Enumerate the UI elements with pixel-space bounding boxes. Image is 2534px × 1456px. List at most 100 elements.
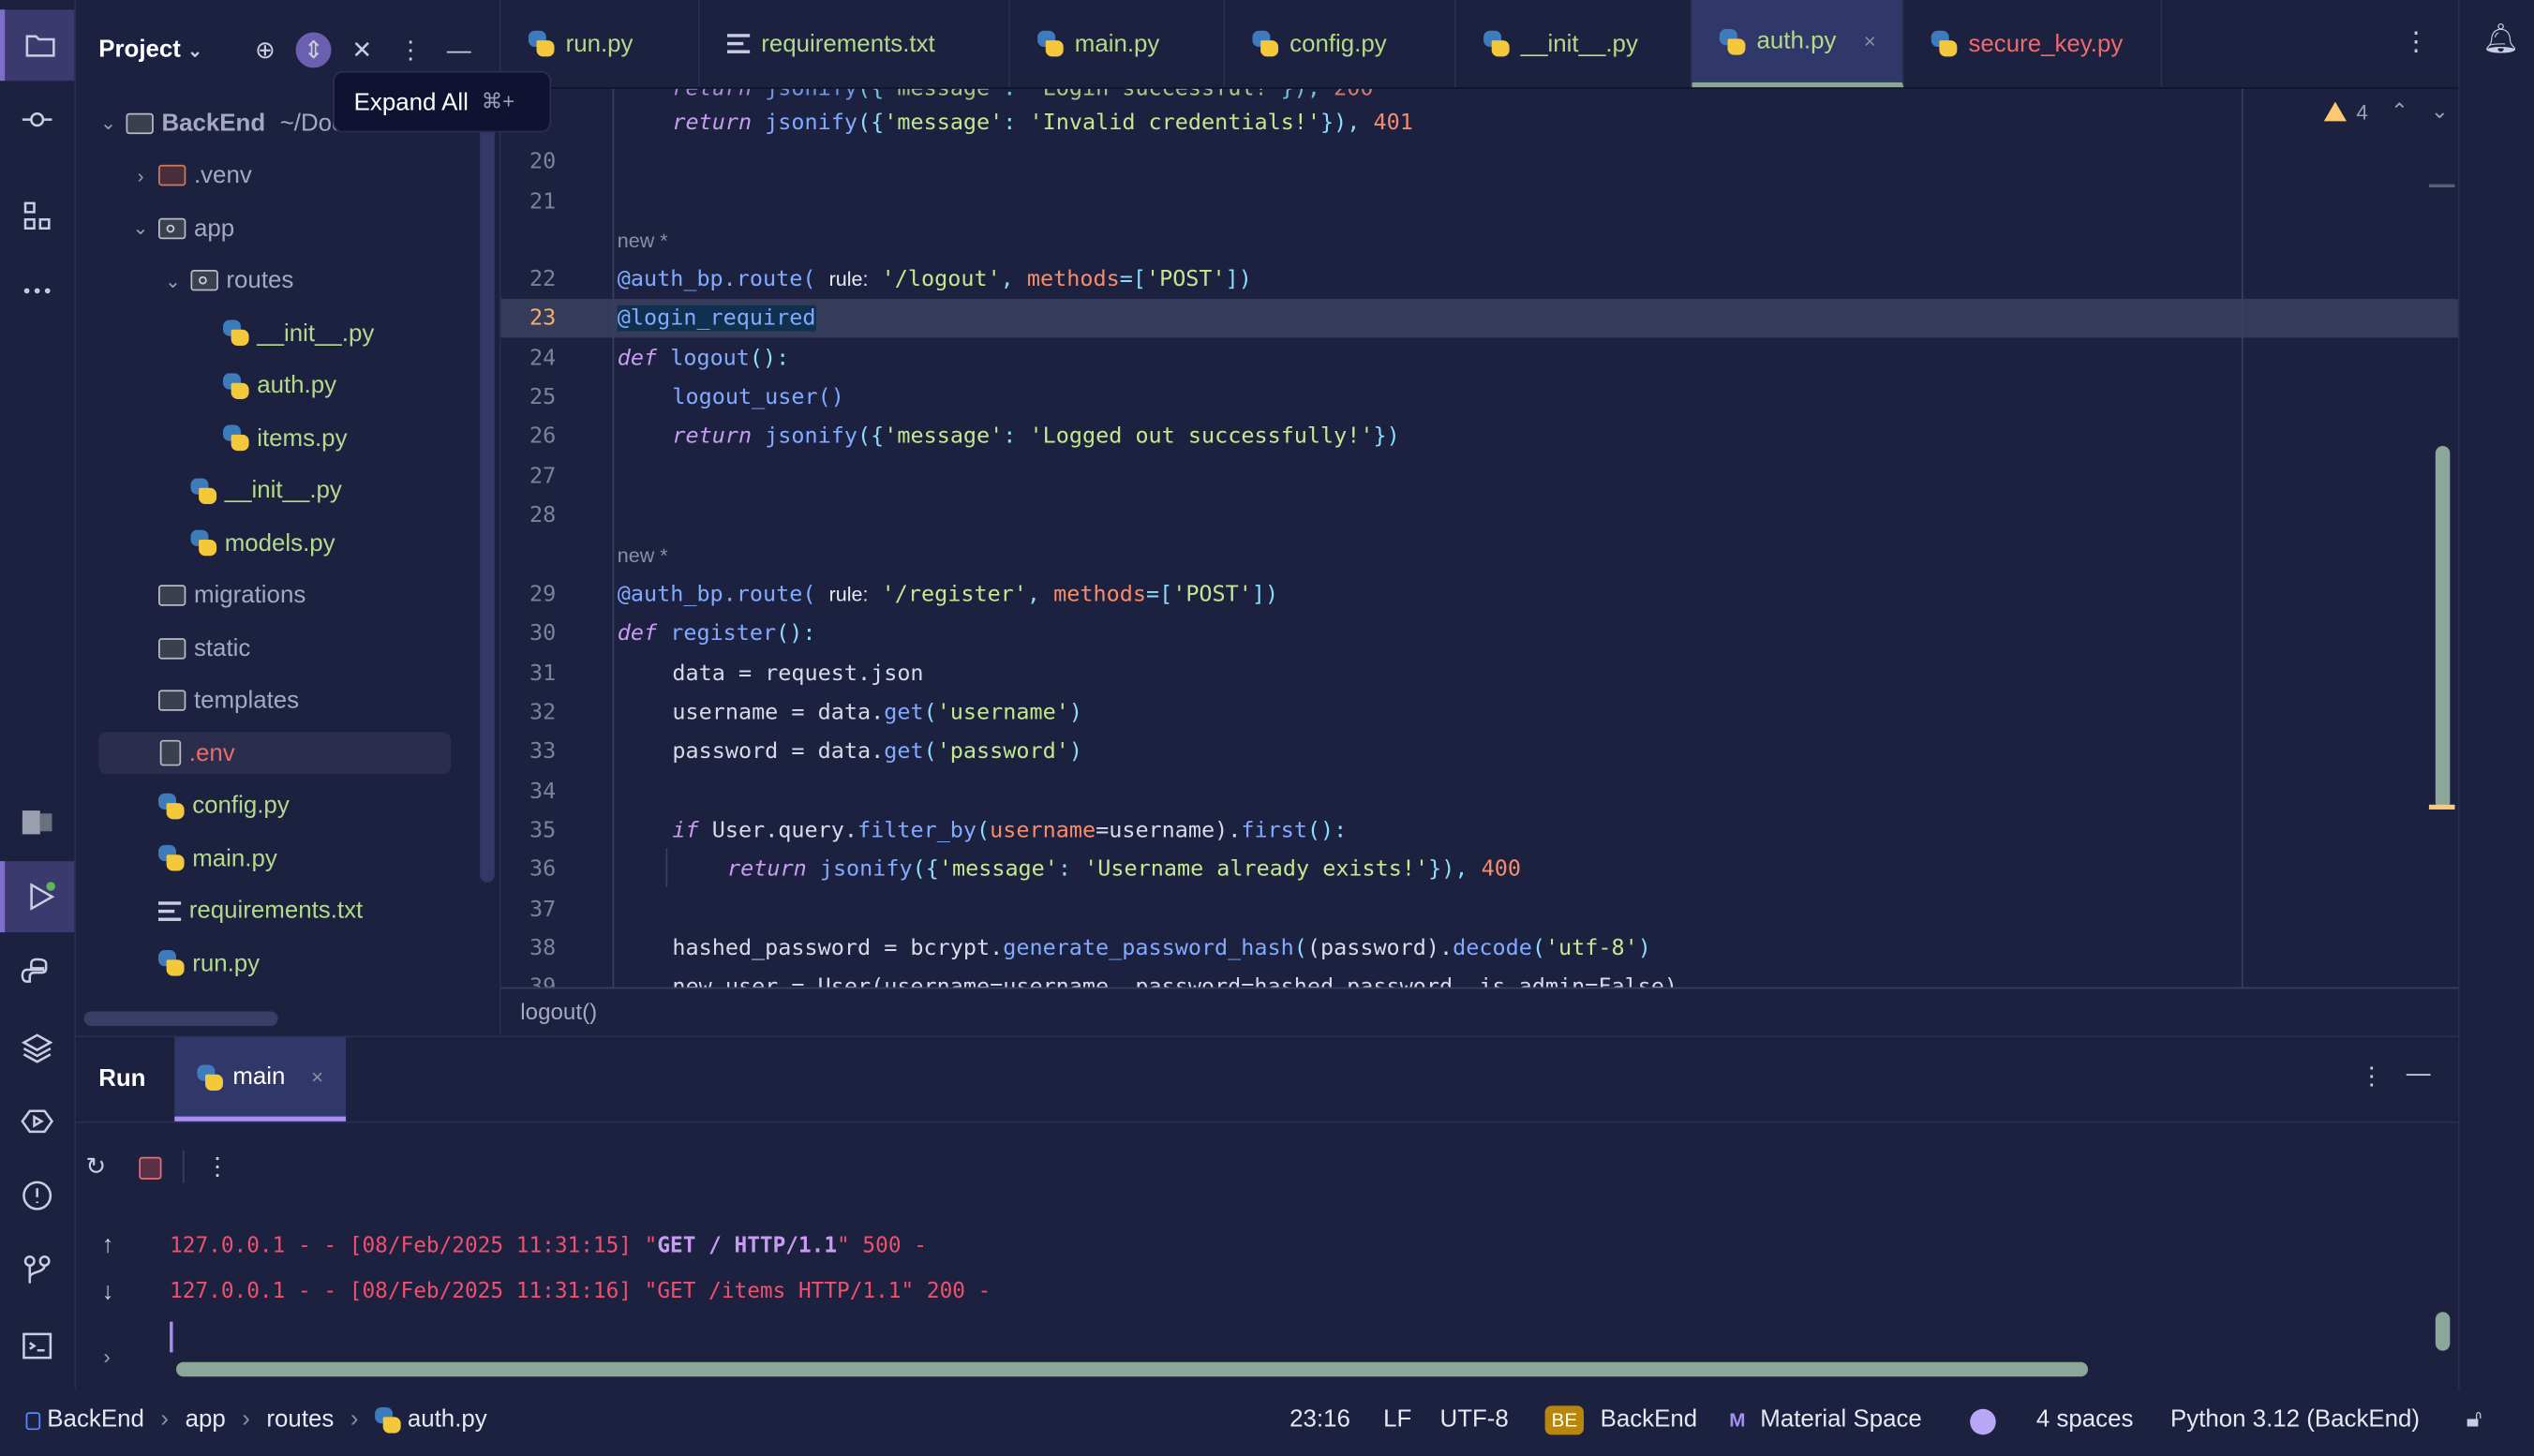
notifications-bell-icon[interactable]: 🔔︎ [2482,22,2519,56]
excel-tool-button[interactable] [0,787,74,858]
run-tool-button[interactable] [0,861,75,933]
python-run-icon [197,1063,223,1091]
chevron-right-icon[interactable]: › [131,164,151,186]
close-icon[interactable]: × [1864,29,1876,53]
editor-vertical-scrollbar[interactable] [2435,445,2451,810]
previous-highlight-icon[interactable]: ⌃ [2391,98,2408,125]
tree-item[interactable]: .env [98,732,452,775]
locate-icon[interactable]: ⊕ [247,32,283,67]
ide-window: Project ⌄ ⊕ ⇕ ✕ ⋮ — ⌄ BackEnd ~/Doc › .venv ⌄… [0,0,2534,1456]
editor-tab[interactable]: requirements.txt [700,0,1010,88]
stop-icon[interactable] [139,1156,162,1180]
project-widget[interactable]: BE BackEnd [1544,1405,1697,1435]
run-minimize-icon[interactable]: — [2407,1060,2431,1087]
structure-tool-button[interactable] [0,181,74,252]
editor-tab[interactable]: __init__.py [1456,0,1692,88]
python-file-icon [158,792,185,819]
tree-item[interactable]: ⌄ app [131,207,234,249]
line-ending[interactable]: LF [1383,1405,1411,1433]
collapse-all-icon[interactable]: ✕ [344,32,380,67]
status-bar: BackEnd › app › routes › auth.py 23:16 L… [0,1389,2534,1456]
accent-color-indicator[interactable] [1970,1408,1996,1435]
python-file-icon [1037,30,1064,57]
more-tools-button[interactable] [0,255,74,326]
editor-tab[interactable]: main.py [1010,0,1226,88]
services-tool-button[interactable] [0,1086,74,1157]
expand-icon[interactable]: › [103,1345,110,1369]
run-panel-title: Run [98,1064,146,1092]
python-console-button[interactable] [0,937,74,1008]
editor-tabs: run.py requirements.txt main.py config.py __… [500,0,2458,89]
tabs-more-icon[interactable]: ⋮ [2403,26,2429,58]
close-icon[interactable]: × [311,1064,323,1089]
tree-item-label: app [193,214,235,242]
folder-icon [126,111,154,134]
editor-breadcrumb[interactable]: logout() [500,987,2458,1034]
python-interpreter[interactable]: Python 3.12 (BackEnd) [2170,1405,2420,1433]
indent-guide [665,848,668,887]
code-editor[interactable]: return jsonify({'message': 'Login succes… [500,88,2458,988]
run-more-icon[interactable]: ⋮ [2360,1062,2384,1091]
tree-item[interactable]: requirements.txt [131,889,364,931]
editor-tab[interactable]: config.py [1225,0,1456,88]
scroll-up-icon[interactable]: ↑ [102,1231,114,1258]
console-cursor[interactable] [170,1321,173,1353]
tree-item[interactable]: templates [131,679,299,721]
expand-all-icon[interactable]: ⇕ [295,32,332,68]
tree-item[interactable]: › .venv [131,155,252,197]
indent-setting[interactable]: 4 spaces [2036,1405,2134,1433]
unlock-icon[interactable]: 🔓︎ [2467,1405,2482,1433]
tree-item[interactable]: main.py [131,837,277,879]
more-horizontal-icon [23,288,51,294]
tree-item[interactable]: migrations [131,574,306,617]
run-tab-main[interactable]: main × [174,1037,347,1122]
chevron-down-icon[interactable]: ⌄ [131,216,151,239]
rerun-icon[interactable]: ↻ [85,1152,106,1181]
run-toolbar-more-icon[interactable]: ⋮ [205,1152,230,1181]
scroll-down-icon[interactable]: ↓ [102,1278,114,1305]
function-breadcrumb[interactable]: logout() [520,999,597,1025]
tree-item[interactable]: static [131,627,250,669]
tree-item[interactable]: config.py [131,784,290,826]
console-vertical-scrollbar[interactable] [2435,1312,2451,1351]
tree-item-label: .venv [193,161,252,189]
tree-item[interactable]: items.py [196,417,348,459]
caret-position[interactable]: 23:16 [1289,1405,1350,1433]
tree-item-label: requirements.txt [188,897,364,925]
more-icon[interactable]: ⋮ [393,32,428,67]
codelens-hint[interactable]: new * [501,537,2458,575]
codelens-hint[interactable]: new * [501,221,2458,260]
tree-item[interactable]: ⌄ routes [163,260,294,302]
tree-item[interactable]: auth.py [196,364,336,407]
code-line: 38 hashed_password = bcrypt.generate_pas… [529,935,1651,962]
code-line: 24 def logout(): [529,346,790,372]
git-tool-button[interactable] [0,1235,74,1306]
chevron-down-icon[interactable]: ⌄ [163,269,183,291]
terminal-tool-button[interactable] [0,1311,74,1382]
tree-item[interactable]: run.py [131,942,260,984]
project-tool-button[interactable] [0,9,75,82]
project-pane-title[interactable]: Project ⌄ [98,36,202,63]
tree-item[interactable]: __init__.py [163,469,342,512]
tab-label: requirements.txt [761,29,935,58]
problems-tool-button[interactable] [0,1160,74,1231]
expand-all-tooltip: Expand All ⌘+ [333,70,552,133]
inspection-widget[interactable]: 4 ⌃ ⌄ [2323,98,2449,125]
project-horizontal-scrollbar[interactable] [83,1011,278,1027]
chevron-down-icon[interactable]: ⌄ [98,111,118,134]
commit-tool-button[interactable] [0,84,74,156]
status-breadcrumb[interactable]: BackEnd › app › routes › auth.py [25,1405,487,1434]
project-vertical-scrollbar[interactable] [480,97,495,883]
tree-item[interactable]: __init__.py [196,312,374,354]
next-highlight-icon[interactable]: ⌄ [2431,98,2449,125]
file-encoding[interactable]: UTF-8 [1440,1405,1509,1433]
editor-tab[interactable]: auth.py × [1692,0,1904,88]
layers-tool-button[interactable] [0,1012,74,1083]
editor-tab[interactable]: secure_key.py [1903,0,2163,88]
tree-item[interactable]: ⌄ BackEnd ~/Doc [98,102,344,144]
code-line: 32 username = data.get('username') [529,699,1082,726]
theme-widget[interactable]: M Material Space [1729,1405,1922,1433]
console-horizontal-scrollbar[interactable] [175,1361,2089,1377]
minimize-icon[interactable]: — [441,32,477,67]
tree-item[interactable]: models.py [163,522,335,564]
